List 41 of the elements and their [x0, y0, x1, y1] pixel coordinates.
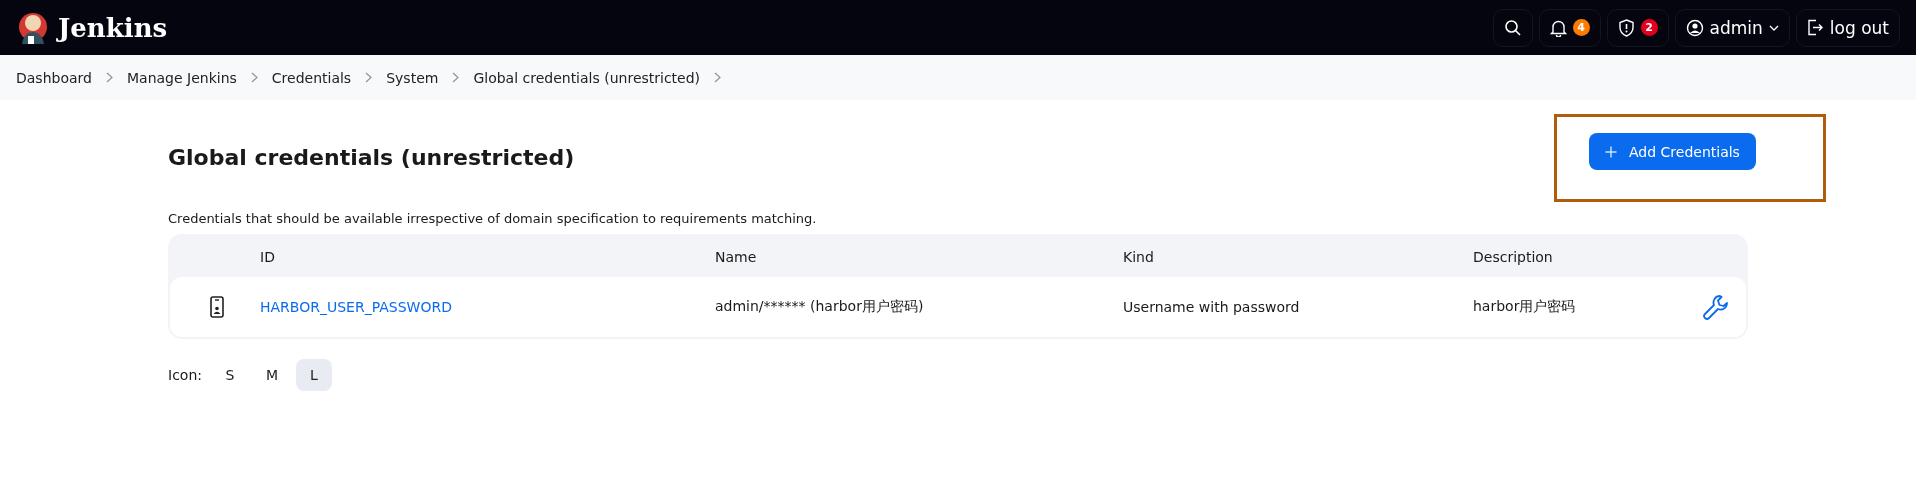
user-icon	[1685, 18, 1704, 37]
wrench-icon[interactable]	[1702, 293, 1730, 321]
page-description: Credentials that should be available irrespective of domain specification to requirements matching.	[168, 211, 818, 226]
column-header: ID	[260, 248, 276, 265]
column-header: Description	[1473, 248, 1554, 265]
chevron-right-icon[interactable]	[105, 72, 113, 83]
table-cell-text: admin/****** (harbor用户密码)	[715, 298, 925, 316]
page-title: Global credentials (unrestricted)	[168, 145, 575, 170]
chevron-right-icon[interactable]	[452, 72, 460, 83]
column-header: Kind	[1123, 248, 1155, 265]
chevron-right-icon[interactable]	[714, 72, 722, 83]
chevron-right-icon[interactable]	[365, 72, 373, 83]
security-button[interactable]: 2	[1606, 8, 1669, 47]
icon-size-option[interactable]: L	[296, 359, 332, 391]
breadcrumb-link[interactable]: Manage Jenkins	[126, 69, 237, 86]
notification-count: 4	[1572, 19, 1590, 36]
icon-size-option[interactable]: S	[212, 359, 248, 391]
logout-button[interactable]: log out	[1795, 8, 1900, 47]
breadcrumb-link[interactable]: System	[386, 69, 439, 86]
search-icon	[1503, 18, 1522, 37]
chevron-right-icon[interactable]	[250, 72, 258, 83]
id-card-icon	[210, 296, 224, 318]
credential-id-link[interactable]: HARBOR_USER_PASSWORD	[260, 299, 715, 315]
plus-icon	[1605, 145, 1617, 158]
logout-icon	[1806, 19, 1824, 36]
breadcrumb-link[interactable]: Credentials	[271, 69, 352, 86]
column-header: Name	[715, 248, 758, 265]
icon-size-option[interactable]: M	[254, 359, 290, 391]
breadcrumb-link[interactable]: Global credentials (unrestricted)	[473, 69, 701, 86]
chevron-down-icon	[1768, 24, 1779, 31]
shield-warning-icon	[1617, 18, 1635, 37]
add-credentials-button[interactable]: Add Credentials	[1589, 133, 1756, 170]
bell-icon	[1549, 18, 1567, 37]
icon-size-label: Icon:	[168, 367, 202, 383]
breadcrumb-link[interactable]: Dashboard	[16, 69, 92, 86]
security-count: 2	[1640, 19, 1658, 36]
table-cell-text: harbor用户密码	[1473, 298, 1577, 316]
jenkins-logo-text[interactable]: Jenkins	[58, 12, 168, 43]
table-cell-text: Username with password	[1123, 299, 1301, 315]
user-menu-button[interactable]: admin	[1674, 8, 1790, 47]
search-button[interactable]	[1492, 8, 1533, 47]
